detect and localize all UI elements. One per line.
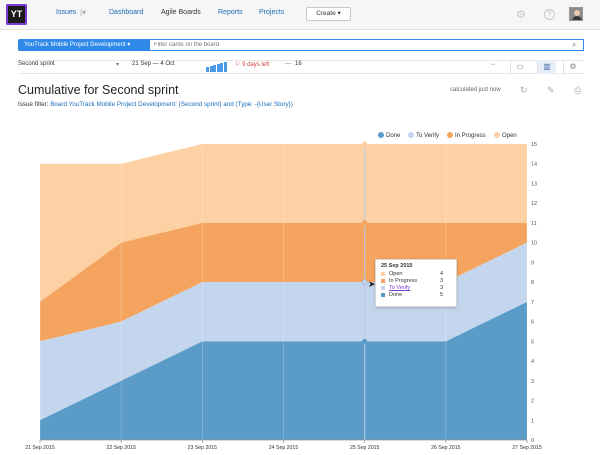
help-icon[interactable]: ? [544,9,555,20]
create-button-label: Create [316,10,336,17]
chevron-down-icon: ▾ [127,42,131,48]
y-tick-label: 13 [531,181,537,187]
nav-projects[interactable]: Projects [259,9,284,16]
board-selector[interactable]: YouTrack Mobile Project Development ▾ [18,39,149,51]
nav-agile-boards[interactable]: Agile Boards [161,9,201,16]
x-tick-label: 21 Sep 2015 [25,445,55,451]
y-tick-label: 10 [531,241,537,247]
chevron-down-icon[interactable]: ▾ [116,61,119,68]
y-tick-label: 2 [531,399,534,405]
tooltip-row-in-progress: In Progress 3 [381,278,451,285]
tooltip-value: 4 [439,271,443,277]
y-tick-label: 0 [531,438,534,444]
hover-point [362,338,368,344]
y-tick-label: 8 [531,280,534,286]
create-button[interactable]: Create ▾ [306,7,351,21]
hover-point [362,141,368,147]
calculated-status: calculated just now [450,87,501,93]
settings-icon[interactable]: ⚙ [563,60,582,74]
nav-reports[interactable]: Reports [218,9,243,16]
sprint-dates[interactable]: 21 Sep — 4 Oct [132,61,175,67]
x-tick-label: 26 Sep 2015 [431,445,461,451]
tooltip-row-to-verify: To Verify 3 [381,285,451,292]
cumulative-flow-chart[interactable]: 012345678910111213141521 Sep 2015 22 Sep … [0,130,600,455]
issue-filter: Issue filter: Board YouTrack Mobile Proj… [18,101,293,108]
x-tick-label: 24 Sep 2015 [269,445,299,451]
x-tick-label: 27 Sep 2015 [512,445,542,451]
gear-icon[interactable]: ⚙ [516,8,526,21]
tooltip-swatch [381,293,385,297]
y-tick-label: 6 [531,320,534,326]
y-tick-label: 14 [531,162,537,168]
tooltip-date: 25 Sep 2015 [381,263,413,269]
page-title: Cumulative for Second sprint [18,83,179,97]
issue-filter-link[interactable]: Board YouTrack Mobile Project Developmen… [50,101,293,108]
y-tick-label: 5 [531,339,534,345]
days-left-text: 9 days left [242,62,270,68]
mini-chart-bar [223,62,227,72]
y-tick-label: 3 [531,379,534,385]
x-tick-label: 23 Sep 2015 [188,445,218,451]
inbox-icon[interactable]: ▭ [510,60,529,74]
tooltip-row-done: Done 5 [381,292,451,299]
top-navigation-bar: YT Issues |▾ Dashboard Agile Boards Repo… [0,0,600,30]
tooltip-name: Done [389,292,403,298]
tooltip-value: 5 [439,292,443,298]
x-tick-label: 25 Sep 2015 [350,445,380,451]
print-icon[interactable]: ⎙ [574,85,581,96]
days-left-badge: ⚐ 9 days left [235,61,269,68]
card-count-prefix: — [285,61,291,67]
nav-issues-dropdown-icon[interactable]: |▾ [80,8,86,17]
chevron-down-icon: ▾ [337,10,341,17]
sprint-selector[interactable]: Second sprint [18,61,55,67]
chart-tooltip: 25 Sep 2015 Open 4 In Progress 3 To Verify… [375,259,457,307]
avatar[interactable] [569,7,583,21]
tooltip-swatch [381,272,385,276]
y-tick-label: 11 [531,221,537,227]
hover-point [361,279,368,285]
filter-cards-input[interactable] [149,39,584,51]
issue-filter-label: Issue filter: [18,101,49,108]
y-tick-label: 12 [531,201,537,207]
y-tick-label: 1 [531,418,534,424]
mouse-pointer-icon: ➤ [368,279,376,289]
y-tick-label: 9 [531,260,534,266]
tooltip-name: Open [389,271,403,277]
board-name: YouTrack Mobile Project Development [24,42,126,48]
x-tick-label: 22 Sep 2015 [106,445,136,451]
tooltip-name: To Verify [389,285,411,291]
tooltip-swatch [381,286,385,290]
card-count-value: 16 [295,61,302,67]
flag-icon: ⚐ [235,62,241,68]
edit-icon[interactable]: ✎ [547,85,555,96]
tooltip-value: 3 [439,278,443,284]
nav-dashboard[interactable]: Dashboard [109,9,143,16]
youtrack-logo[interactable]: YT [6,4,27,25]
tooltip-value: 3 [439,285,443,291]
tooltip-row-open: Open 4 [381,271,451,278]
y-tick-label: 15 [531,142,537,148]
hover-point [362,220,368,226]
y-tick-label: 7 [531,300,534,306]
tooltip-swatch [381,279,385,283]
sprint-mini-chart[interactable] [206,62,227,72]
card-count: — 16 [285,61,302,67]
tooltip-name: In Progress [389,278,418,284]
y-tick-label: 4 [531,359,534,365]
refresh-icon[interactable]: ↻ [520,85,528,96]
nav-issues[interactable]: Issues [56,9,76,16]
search-icon[interactable]: ⌕ [572,40,576,50]
swimlane-toggle-icon[interactable]: ↔ [490,61,496,67]
report-chart-icon[interactable]: ▥ [537,60,556,74]
